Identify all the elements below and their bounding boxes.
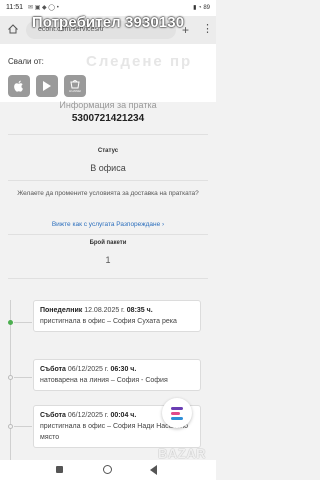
recent-apps-icon[interactable]: [56, 466, 63, 473]
timeline-connector: [14, 377, 32, 378]
huawei-appgallery-icon[interactable]: HUAWEI: [64, 75, 86, 97]
status-label: Статус: [97, 148, 119, 154]
user-title-overlay: Потребител 3930130: [31, 14, 185, 31]
back-icon[interactable]: [150, 465, 157, 475]
system-navigation-bar: [0, 460, 216, 480]
event-day: Събота: [40, 366, 66, 373]
timeline-event-card: Събота 06/12/2025 г. 06:30 ч. натоварена…: [33, 359, 201, 391]
divider: [8, 234, 208, 235]
event-description: натоварена на линия – София - София: [40, 377, 168, 384]
disposition-service-link[interactable]: Вижте как с услугата Разпореждане ›: [0, 221, 216, 228]
timeline-event-card: Понеделник 12.08.2025 г. 08:35 ч. присти…: [33, 300, 201, 332]
timeline-dot: [8, 424, 13, 429]
event-date: 06/12/2025 г.: [67, 366, 109, 373]
tracking-number: 5300721421234: [71, 113, 145, 124]
event-day: Събота: [40, 412, 66, 419]
page-banner-text: Следене пр: [86, 53, 193, 70]
divider: [8, 134, 208, 135]
timeline-connector: [14, 426, 32, 427]
status-value: В офиса: [90, 163, 126, 173]
event-time: 08:35 ч.: [126, 307, 153, 314]
chat-button[interactable]: [162, 398, 192, 428]
status-time: 11:51: [6, 4, 23, 11]
event-time: 06:30 ч.: [110, 366, 137, 373]
chat-icon-bar: [171, 412, 180, 415]
timeline-dot-active: [8, 320, 13, 325]
timeline-connector: [14, 322, 32, 323]
event-description: пристигнала в офис – София Сухата река: [40, 318, 177, 325]
event-day: Понеделник: [40, 307, 83, 314]
event-date: 06/12/2025 г.: [67, 412, 109, 419]
chat-icon-bar: [171, 417, 183, 420]
packages-value: 1: [105, 255, 111, 265]
event-date: 12.08.2025 г.: [84, 307, 125, 314]
notification-icons: ✉ ▣ ◆ ◯ •: [28, 5, 59, 11]
divider: [8, 180, 208, 181]
app-download-strip: Свали от: Следене пр HUAWEI: [0, 44, 216, 102]
timeline-dot: [8, 375, 13, 380]
shipment-info-title: Информация за пратка: [59, 100, 157, 110]
download-label: Свали от:: [8, 57, 44, 66]
chat-icon: [171, 407, 183, 410]
watermark-logo: BAZAR: [158, 446, 206, 461]
huawei-label: HUAWEI: [69, 89, 81, 93]
divider: [8, 278, 208, 279]
event-time: 00:04 ч.: [110, 412, 137, 419]
home-button-icon[interactable]: [103, 465, 112, 474]
apple-store-icon[interactable]: [8, 75, 30, 97]
packages-label: Брой пакети: [89, 240, 127, 246]
system-icons: ▮ ◔ 89: [193, 5, 210, 11]
google-play-icon[interactable]: [36, 75, 58, 97]
event-description: пристигнала в офис – София Нади Населено…: [40, 423, 189, 441]
delivery-change-question: Желаете да промените условията за достав…: [17, 190, 199, 197]
